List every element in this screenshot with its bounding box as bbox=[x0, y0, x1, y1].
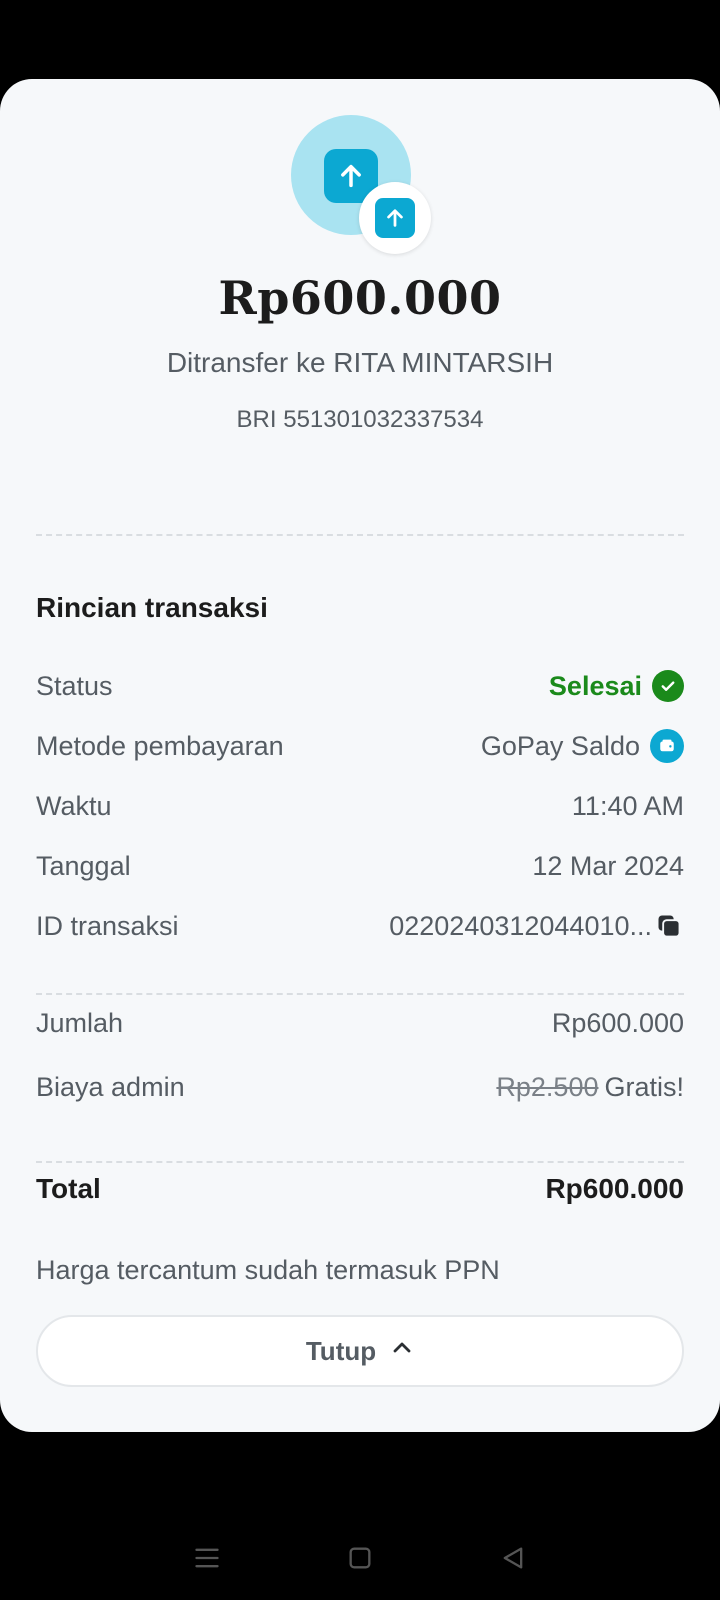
date-value: 12 Mar 2024 bbox=[532, 850, 684, 881]
section-title: Rincian transaksi bbox=[36, 592, 268, 623]
status-row: Status Selesai bbox=[36, 666, 684, 706]
system-nav-bar bbox=[0, 1520, 720, 1600]
date-label: Tanggal bbox=[36, 850, 131, 881]
chevron-up-icon bbox=[390, 1336, 414, 1367]
menu-icon[interactable] bbox=[193, 1544, 221, 1577]
recipient-account: BRI 551301032337534 bbox=[236, 406, 484, 433]
home-square-icon[interactable] bbox=[346, 1544, 374, 1577]
close-button[interactable]: Tutup bbox=[36, 1315, 684, 1387]
transaction-id-value: 0220240312044010... bbox=[389, 910, 652, 941]
recipient-name: Ditransfer ke RITA MINTARSIH bbox=[166, 347, 554, 378]
transfer-badge bbox=[359, 182, 431, 254]
arrow-up-icon bbox=[375, 198, 415, 238]
admin-fee-original: Rp2.500 bbox=[496, 1071, 599, 1102]
tax-note: Harga tercantum sudah termasuk PPN bbox=[36, 1255, 500, 1285]
admin-fee-row: Biaya admin Rp2.500 Gratis! bbox=[36, 1067, 684, 1107]
wallet-icon bbox=[650, 729, 684, 763]
transaction-id-row: ID transaksi 0220240312044010... bbox=[36, 906, 684, 946]
total-row: Total Rp600.000 bbox=[36, 1169, 684, 1209]
time-label: Waktu bbox=[36, 790, 112, 821]
status-label: Status bbox=[36, 670, 113, 701]
check-circle-icon bbox=[652, 670, 684, 702]
divider bbox=[36, 534, 684, 536]
close-button-label: Tutup bbox=[305, 1335, 377, 1366]
transaction-detail-sheet: Rp600.000 Ditransfer ke RITA MINTARSIH B… bbox=[0, 79, 720, 1432]
copy-icon[interactable] bbox=[654, 911, 684, 941]
back-triangle-icon[interactable] bbox=[499, 1544, 527, 1577]
screen: Rp600.000 Ditransfer ke RITA MINTARSIH B… bbox=[0, 0, 720, 1600]
divider bbox=[36, 993, 684, 995]
payment-method-row: Metode pembayaran GoPay Saldo bbox=[36, 726, 684, 766]
total-value: Rp600.000 bbox=[545, 1173, 684, 1204]
total-label: Total bbox=[36, 1173, 101, 1204]
payment-method-value: GoPay Saldo bbox=[480, 730, 640, 761]
transaction-id-label: ID transaksi bbox=[36, 910, 179, 941]
admin-fee-label: Biaya admin bbox=[36, 1071, 185, 1102]
admin-fee-value: Gratis! bbox=[604, 1071, 684, 1102]
amount-label: Jumlah bbox=[36, 1007, 124, 1038]
amount-row: Jumlah Rp600.000 bbox=[36, 1003, 684, 1043]
transfer-amount: Rp600.000 bbox=[218, 271, 502, 325]
divider bbox=[36, 1161, 684, 1163]
amount-value: Rp600.000 bbox=[551, 1007, 684, 1038]
time-value: 11:40 AM bbox=[571, 790, 684, 821]
status-value: Selesai bbox=[548, 670, 642, 701]
time-row: Waktu 11:40 AM bbox=[36, 786, 684, 826]
date-row: Tanggal 12 Mar 2024 bbox=[36, 846, 684, 886]
payment-method-label: Metode pembayaran bbox=[36, 730, 284, 761]
